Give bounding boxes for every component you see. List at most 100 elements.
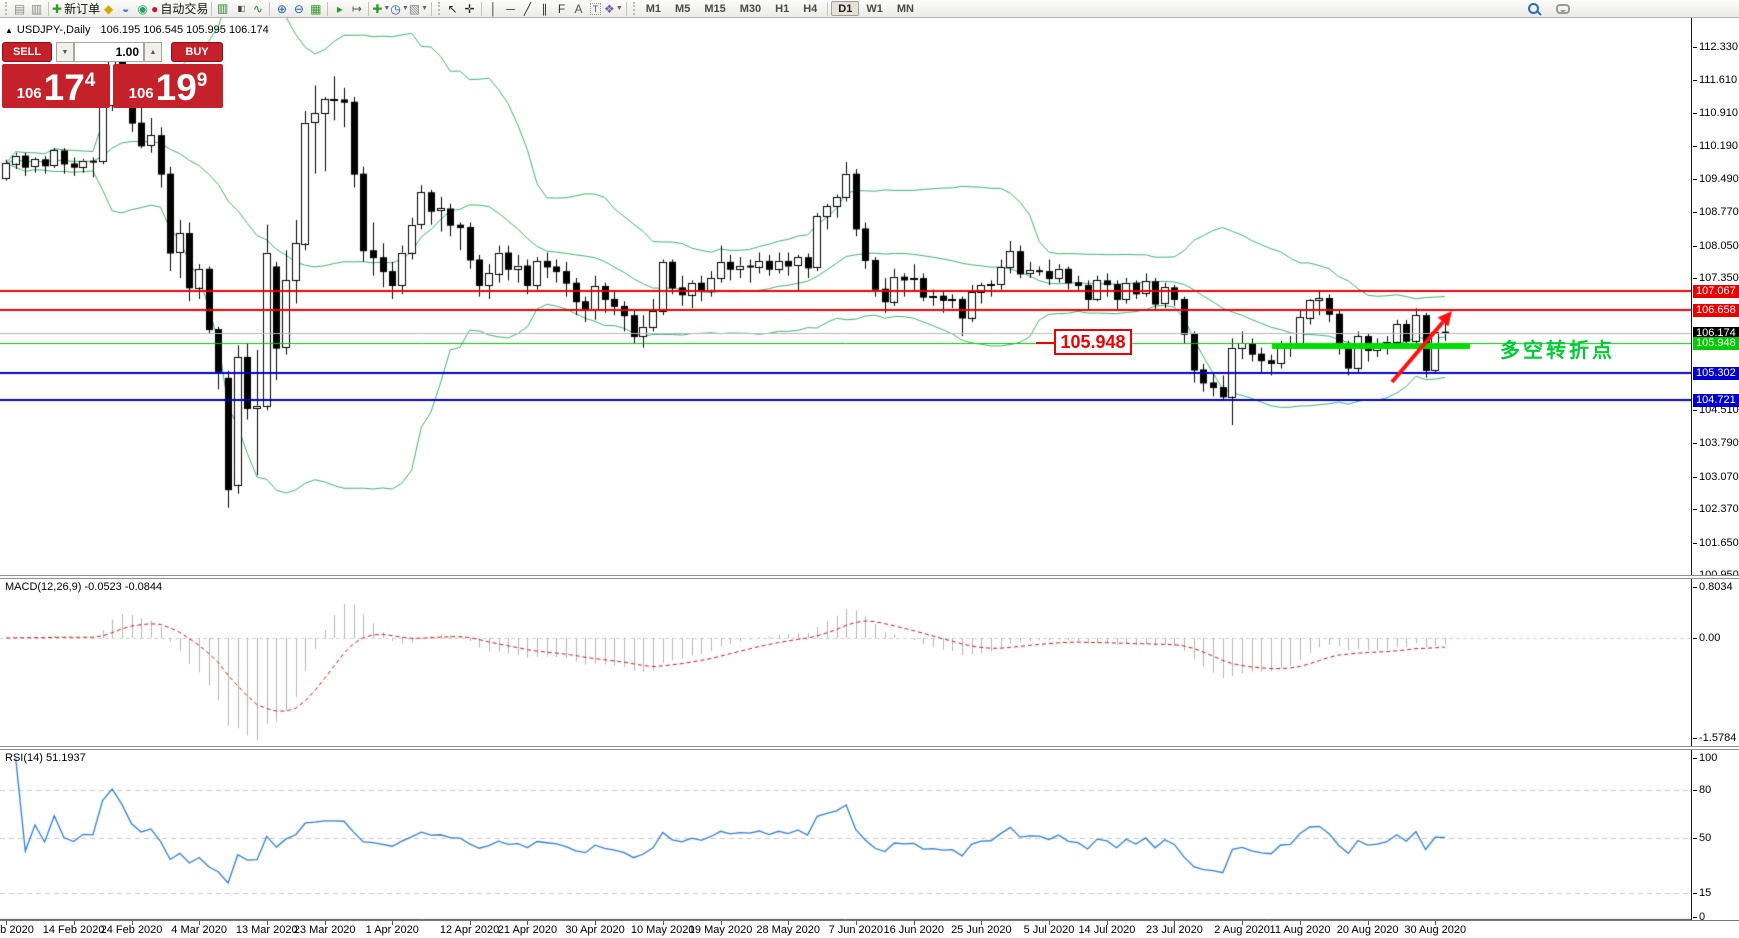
macd-tick-label: -1.5784 bbox=[1692, 732, 1737, 745]
rsi-tick-label: 50 bbox=[1692, 831, 1712, 844]
time-tick-label: 11 Aug 2020 bbox=[1269, 924, 1331, 936]
chart-window: ▲ USDJPY-,Daily 106.195 106.545 105.995 10… bbox=[0, 18, 1739, 938]
chevron-down-icon[interactable]: ▼ bbox=[383, 1, 390, 17]
time-tick-label: 19 May 2020 bbox=[688, 924, 753, 936]
timeframe-d1-button[interactable]: D1 bbox=[831, 1, 860, 16]
zoom-out-icon[interactable]: ⊖ bbox=[290, 1, 307, 17]
macd-tick-label: 0.00 bbox=[1692, 632, 1721, 644]
chevron-down-icon[interactable]: ▼ bbox=[421, 1, 428, 17]
price-tick-label: 101.650 bbox=[1693, 536, 1739, 549]
fibonacci-icon[interactable]: F bbox=[553, 1, 570, 17]
profiles-icon[interactable]: ▥ bbox=[28, 1, 45, 17]
profiles-icon: ▥ bbox=[30, 1, 43, 16]
turning-point-annotation[interactable]: 多空转折点 bbox=[1500, 334, 1615, 363]
crosshair-icon: ✛ bbox=[464, 1, 475, 16]
sell-price-display[interactable]: 106 17 4 bbox=[2, 64, 110, 108]
volume-input[interactable]: 1.00 bbox=[74, 42, 144, 62]
tile-windows-icon: ▦ bbox=[310, 1, 322, 16]
search-icon[interactable] bbox=[1525, 1, 1542, 17]
buy-button[interactable]: BUY bbox=[171, 42, 223, 62]
text-icon[interactable]: A bbox=[570, 1, 587, 17]
auto-scroll-icon[interactable]: ▸ bbox=[331, 1, 348, 17]
chart-canvas[interactable] bbox=[0, 18, 1691, 920]
timeframe-m1-button[interactable]: M1 bbox=[639, 1, 668, 16]
trendline-icon[interactable]: ╱ bbox=[519, 1, 536, 17]
panel-splitter-macd[interactable] bbox=[0, 575, 1739, 579]
signals-icon[interactable]: ◉ bbox=[134, 1, 151, 17]
sell-price-pip: 4 bbox=[84, 70, 96, 91]
cursor-icon: ↖ bbox=[447, 1, 458, 16]
zoom-in-icon[interactable]: ⊕ bbox=[273, 1, 290, 17]
price-axis[interactable]: 112.330 111.610 110.910 110.190 109.490 108.7… bbox=[1691, 18, 1739, 923]
metaeditor-icon[interactable]: ◆ bbox=[100, 1, 117, 17]
price-tick-label: 108.050 bbox=[1693, 239, 1739, 252]
rsi-tick-label: 15 bbox=[1692, 887, 1712, 900]
toolbar-separator bbox=[269, 1, 271, 16]
metaeditor-icon: ◆ bbox=[103, 1, 114, 16]
time-tick-label: 16 Jun 2020 bbox=[883, 924, 945, 936]
price-flag-107.067: 107.067 bbox=[1693, 285, 1739, 299]
timeframe-m15-button[interactable]: M15 bbox=[697, 1, 732, 16]
toolbar-drag-handle[interactable] bbox=[632, 2, 636, 15]
timeframe-mn-button[interactable]: MN bbox=[890, 1, 921, 16]
timeframe-h1-button[interactable]: H1 bbox=[768, 1, 796, 16]
timeframe-h4-button[interactable]: H4 bbox=[796, 1, 824, 16]
arrows-icon: ❖ bbox=[604, 1, 615, 16]
search-icon bbox=[1528, 3, 1539, 14]
time-tick-label: 5 Feb 2020 bbox=[0, 924, 34, 936]
sell-price-main: 17 bbox=[43, 67, 85, 108]
line-chart-icon[interactable]: ∿ bbox=[249, 1, 266, 17]
crosshair-icon[interactable]: ✛ bbox=[461, 1, 478, 17]
text-label-icon[interactable]: T bbox=[587, 1, 604, 17]
signals-icon: ◉ bbox=[137, 1, 148, 16]
candlestick-icon[interactable]: ▮▯ bbox=[232, 1, 249, 17]
toolbar-drag-handle[interactable] bbox=[5, 2, 8, 15]
sell-button[interactable]: SELL bbox=[2, 42, 52, 62]
arrows-icon[interactable]: ❖ ▼ bbox=[604, 1, 623, 17]
timeframe-m5-button[interactable]: M5 bbox=[668, 1, 697, 16]
community-icon: ◒ bbox=[121, 1, 130, 16]
buy-price-main: 19 bbox=[155, 67, 197, 108]
toolbar-separator bbox=[625, 1, 627, 16]
community-icon[interactable]: ◒ bbox=[117, 1, 134, 17]
panel-splitter-rsi[interactable] bbox=[0, 746, 1739, 750]
price-callout-label[interactable]: 105.948 bbox=[1054, 329, 1132, 355]
autotrading-icon[interactable]: ● 自动交易 bbox=[151, 1, 208, 17]
cursor-icon[interactable]: ↖ bbox=[444, 1, 461, 17]
horizontal-line-icon[interactable]: ─ bbox=[502, 1, 519, 17]
buy-price-prefix: 106 bbox=[128, 85, 154, 102]
chart-title: ▲ USDJPY-,Daily 106.195 106.545 105.995 10… bbox=[5, 24, 269, 36]
timeframe-m30-button[interactable]: M30 bbox=[733, 1, 768, 16]
time-axis[interactable]: 5 Feb 202014 Feb 202024 Feb 20204 Mar 20… bbox=[0, 920, 1739, 938]
chevron-down-icon[interactable]: ▼ bbox=[402, 1, 409, 17]
timeframe-w1-button[interactable]: W1 bbox=[859, 1, 890, 16]
volume-increase-button[interactable]: ▲ bbox=[144, 42, 162, 62]
buy-price-display[interactable]: 106 19 9 bbox=[113, 64, 223, 108]
vertical-line-icon[interactable]: │ bbox=[485, 1, 502, 17]
new-order-icon: ✚ bbox=[52, 1, 63, 16]
bar-chart-icon[interactable]: ▤ bbox=[215, 1, 232, 17]
indicators-icon: ✚ bbox=[372, 1, 383, 16]
toolbar-right-group bbox=[1525, 1, 1571, 17]
collapse-triangle-icon[interactable]: ▲ bbox=[5, 26, 13, 35]
time-tick-label: 4 Mar 2020 bbox=[171, 924, 227, 936]
time-tick-label: 1 Apr 2020 bbox=[365, 924, 419, 936]
tile-windows-icon[interactable]: ▦ bbox=[307, 1, 324, 17]
volume-decrease-button[interactable]: ▼ bbox=[56, 42, 74, 62]
text-icon: A bbox=[574, 1, 583, 16]
price-tick-label: 103.070 bbox=[1693, 470, 1739, 483]
new-order-icon[interactable]: ✚ 新订单 bbox=[52, 1, 100, 17]
indicators-icon[interactable]: ✚ ▼ bbox=[372, 1, 390, 17]
rsi-indicator-label: RSI(14) 51.1937 bbox=[5, 752, 86, 764]
price-tick-label: 110.910 bbox=[1693, 106, 1738, 119]
toolbar-drag-handle[interactable] bbox=[438, 2, 441, 15]
charts-window-icon[interactable]: ▤ bbox=[11, 1, 28, 17]
periods-icon[interactable]: ◷ ▼ bbox=[390, 1, 408, 17]
chevron-down-icon[interactable]: ▼ bbox=[616, 1, 623, 17]
templates-icon[interactable]: ▧ ▼ bbox=[409, 1, 428, 17]
equidistant-channel-icon[interactable]: ∥ bbox=[536, 1, 553, 17]
chart-shift-icon[interactable]: ↦ bbox=[348, 1, 365, 17]
price-tick-label: 103.790 bbox=[1693, 437, 1739, 450]
chat-icon[interactable] bbox=[1554, 1, 1571, 17]
chart-shift-icon: ↦ bbox=[351, 1, 362, 16]
